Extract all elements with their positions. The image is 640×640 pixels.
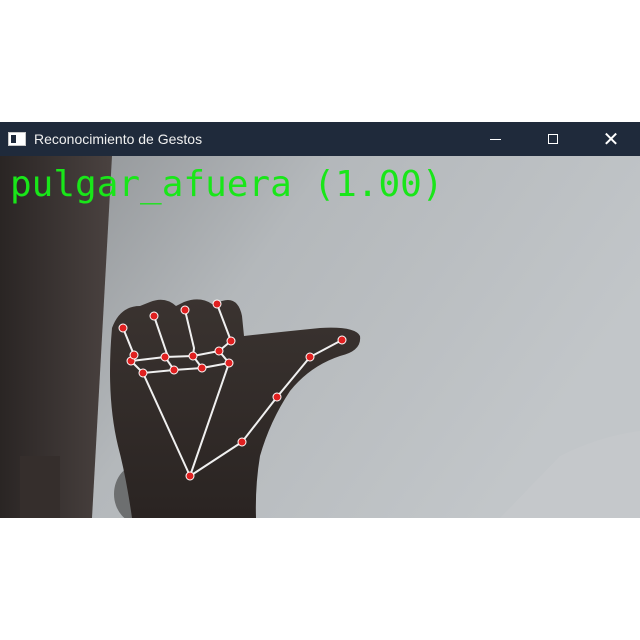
landmark-point <box>337 335 347 345</box>
landmark-point <box>305 352 315 362</box>
window-controls: ✕ <box>466 122 640 156</box>
landmark-point <box>185 471 195 481</box>
title-bar[interactable]: Reconocimiento de Gestos ✕ <box>0 122 640 156</box>
gesture-label: pulgar_afuera (1.00) <box>10 164 444 205</box>
landmark-point <box>212 299 222 309</box>
landmark-point <box>224 358 234 368</box>
landmark-point <box>169 365 179 375</box>
maximize-button[interactable] <box>524 122 582 156</box>
landmark-point <box>214 346 224 356</box>
app-window-icon <box>8 132 26 146</box>
window-title: Reconocimiento de Gestos <box>34 131 203 147</box>
minimize-button[interactable] <box>466 122 524 156</box>
landmark-point <box>118 323 128 333</box>
camera-scene <box>0 156 640 518</box>
landmark-point <box>188 351 198 361</box>
landmark-point <box>129 350 139 360</box>
landmark-point <box>138 368 148 378</box>
maximize-icon <box>548 134 558 144</box>
door-panel <box>20 456 60 518</box>
close-button[interactable]: ✕ <box>582 122 640 156</box>
camera-feed: pulgar_afuera (1.00) <box>0 156 640 518</box>
landmark-point <box>237 437 247 447</box>
minimize-icon <box>489 138 501 140</box>
landmark-point <box>272 392 282 402</box>
landmark-point <box>149 311 159 321</box>
landmark-point <box>160 352 170 362</box>
app-window: Reconocimiento de Gestos ✕ pulgar_afuera… <box>0 122 640 518</box>
landmark-point <box>197 363 207 373</box>
close-icon: ✕ <box>602 127 620 151</box>
landmark-point <box>226 336 236 346</box>
landmark-point <box>180 305 190 315</box>
